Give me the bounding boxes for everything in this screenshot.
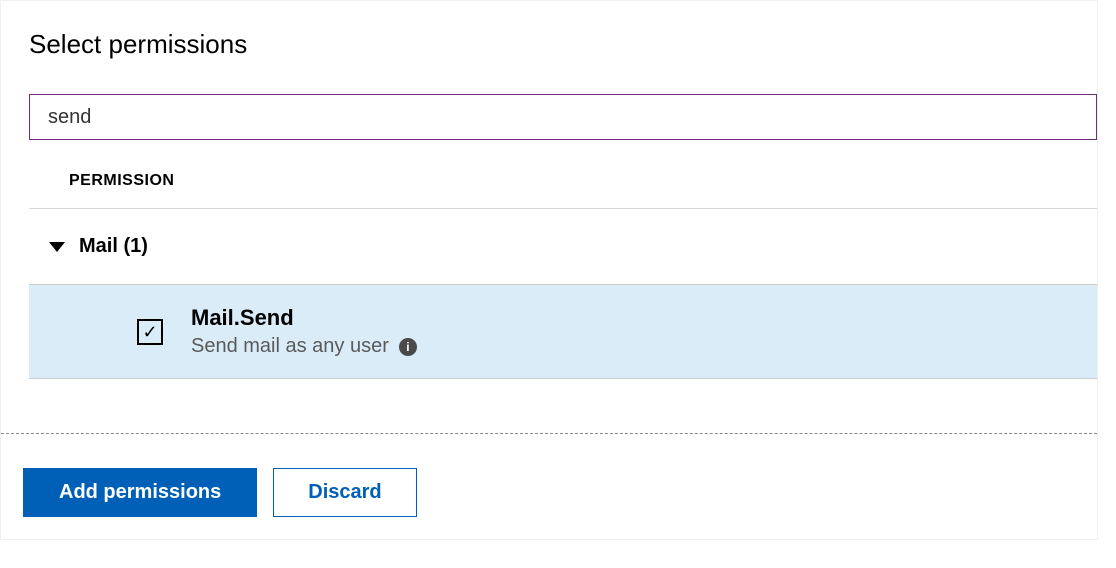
column-header-permission: PERMISSION — [29, 140, 1097, 209]
info-icon[interactable]: i — [399, 338, 417, 356]
add-permissions-button[interactable]: Add permissions — [23, 468, 257, 517]
footer-actions: Add permissions Discard — [1, 433, 1097, 539]
permission-text: Mail.Send Send mail as any user i — [191, 305, 417, 358]
permission-description-text: Send mail as any user — [191, 335, 389, 358]
checkbox-mail-send[interactable]: ✓ — [137, 319, 163, 345]
permission-description: Send mail as any user i — [191, 335, 417, 358]
search-input[interactable] — [29, 94, 1097, 140]
discard-button[interactable]: Discard — [273, 468, 416, 517]
panel-title: Select permissions — [1, 29, 1097, 60]
permissions-panel: Select permissions PERMISSION Mail (1) ✓… — [0, 0, 1098, 540]
permission-name: Mail.Send — [191, 305, 417, 331]
group-header-mail[interactable]: Mail (1) — [1, 209, 1097, 284]
permission-row-mail-send[interactable]: ✓ Mail.Send Send mail as any user i — [29, 284, 1097, 379]
caret-down-icon — [49, 242, 65, 252]
spacer — [1, 379, 1097, 425]
group-label: Mail (1) — [79, 235, 148, 258]
